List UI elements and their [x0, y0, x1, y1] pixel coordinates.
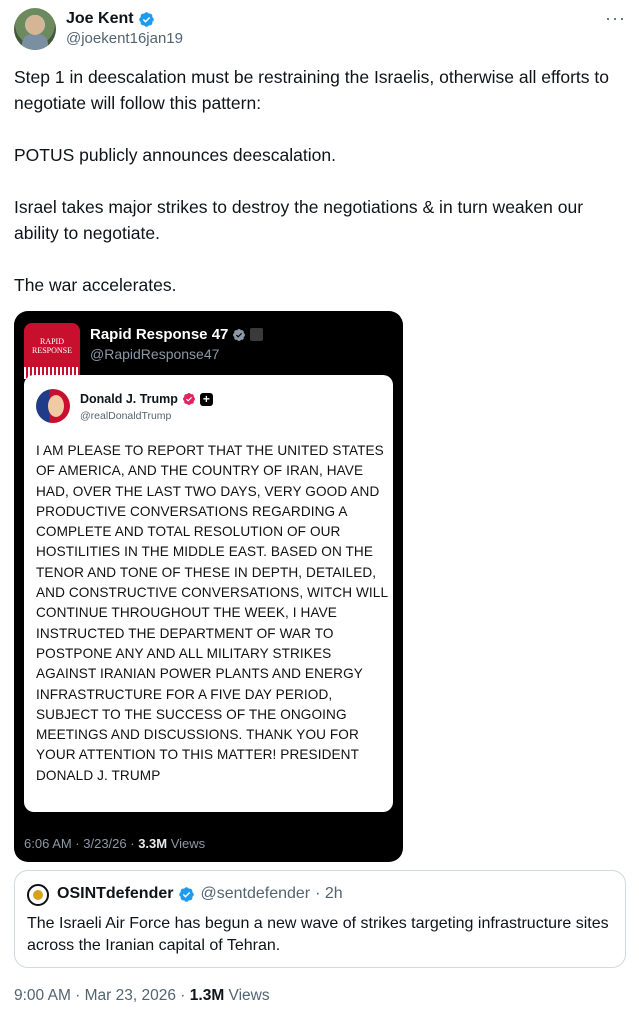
- embedded-post-name: Donald J. Trump: [80, 392, 178, 406]
- tweet-paragraph: Step 1 in deescalation must be restraini…: [14, 67, 609, 113]
- quoted-tweet-text: The Israeli Air Force has begun a new wa…: [27, 915, 609, 954]
- quoted-tweet-age: · 2h: [315, 885, 343, 902]
- embedded-post-name-row: Donald J. Trump +: [80, 392, 213, 406]
- tweet-footer-meta: 9:00 AM · Mar 23, 2026 · 1.3M Views: [14, 987, 270, 1005]
- quoted-author-row: OSINTdefender @sentdefender · 2h: [57, 885, 343, 903]
- tweet-timestamp[interactable]: 9:00 AM · Mar 23, 2026 ·: [14, 987, 190, 1004]
- embedded-post-card: Donald J. Trump + @realDonaldTrump I AM …: [24, 375, 393, 812]
- embedded-post-time: 6:06 AM · 3/23/26 ·: [24, 836, 139, 851]
- embedded-post-views-label: Views: [167, 836, 206, 851]
- verified-badge-icon: [179, 886, 195, 902]
- plus-badge-icon: +: [199, 392, 213, 406]
- embedded-account-name: Rapid Response 47: [90, 326, 229, 343]
- author-name-row: Joe Kent: [66, 10, 155, 28]
- avatar-shirt: [22, 34, 48, 50]
- avatar-face: [48, 395, 64, 417]
- verified-badge-icon: [233, 328, 246, 341]
- tweet-views-count: 1.3M: [189, 987, 225, 1004]
- quoted-author-handle: @sentdefender: [200, 885, 311, 902]
- author-name[interactable]: Joe Kent: [66, 10, 134, 28]
- verified-badge-icon: [182, 393, 195, 405]
- tweet-header: Joe Kent @joekent16jan19 ···: [14, 8, 626, 52]
- embedded-name-row: Rapid Response 47: [90, 326, 264, 343]
- author-handle[interactable]: @joekent16jan19: [66, 30, 183, 47]
- avatar-face: [27, 15, 43, 35]
- tweet-text: Step 1 in deescalation must be restraini…: [14, 64, 614, 298]
- tweet-paragraph: The war accelerates.: [14, 275, 177, 295]
- embedded-post-meta: 6:06 AM · 3/23/26 · 3.3M Views: [24, 836, 205, 851]
- quoted-author-avatar: [27, 884, 49, 906]
- verified-badge-icon: [138, 11, 154, 27]
- tweet-views-label: Views: [224, 987, 270, 1004]
- more-options-icon[interactable]: ···: [605, 8, 626, 29]
- embedded-post-text: I AM PLEASE TO REPORT THAT THE UNITED ST…: [36, 443, 388, 783]
- author-avatar[interactable]: [14, 8, 56, 50]
- embedded-post-handle: @realDonaldTrump: [80, 410, 172, 422]
- tweet-media-image[interactable]: RAPID RESPONSE Rapid Response 47 @RapidR…: [14, 311, 403, 862]
- logo-line: RAPID: [39, 337, 64, 346]
- embedded-post-avatar: [36, 389, 70, 423]
- quoted-author-name: OSINTdefender: [57, 885, 174, 902]
- tweet-paragraph: POTUS publicly announces deescalation.: [14, 145, 336, 165]
- rapid-response-logo: RAPID RESPONSE: [24, 323, 80, 379]
- government-badge-icon: [250, 328, 264, 341]
- embedded-post-views-count: 3.3M: [138, 836, 168, 851]
- tweet-paragraph: Israel takes major strikes to destroy th…: [14, 197, 584, 243]
- embedded-account-handle: @RapidResponse47: [90, 346, 220, 362]
- logo-line: RESPONSE: [31, 346, 72, 355]
- quoted-tweet[interactable]: OSINTdefender @sentdefender · 2h The Isr…: [14, 870, 626, 968]
